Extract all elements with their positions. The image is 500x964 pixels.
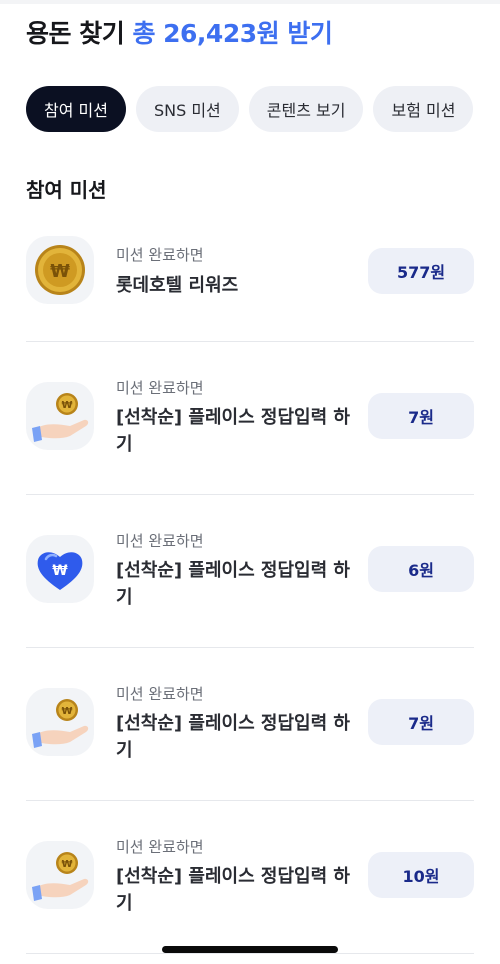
page-title: 용돈 찾기 — [26, 19, 125, 48]
top-divider — [0, 0, 500, 4]
svg-text:₩: ₩ — [50, 261, 70, 282]
mission-subtitle: 미션 완료하면 — [116, 838, 204, 856]
list-item[interactable]: ₩ 미션 완료하면 롯데호텔 리워즈 577원 — [26, 224, 474, 342]
tab-sns[interactable]: SNS 미션 — [135, 86, 239, 132]
mission-name: [선착순] 플레이스 정답입력 하기 — [116, 866, 350, 914]
home-indicator[interactable] — [162, 946, 338, 953]
mission-name: [선착순] 플레이스 정답입력 하기 — [116, 407, 350, 455]
page-header: 용돈 찾기 총 26,423원 받기 — [26, 14, 333, 50]
coin-hand-icon: ₩ — [26, 382, 94, 450]
coin-hand-icon: ₩ — [26, 841, 94, 909]
list-item[interactable]: ₩ 미션 완료하면 [선착순] 플레이스 정답입력 하기 6원 — [26, 495, 474, 648]
mission-reward-button[interactable]: 10원 — [368, 852, 474, 898]
mission-name: [선착순] 플레이스 정답입력 하기 — [116, 713, 350, 761]
list-item[interactable]: ₩ 미션 완료하면 [선착순] 플레이스 정답입력 하기 7원 — [26, 342, 474, 495]
svg-text:₩: ₩ — [61, 706, 72, 717]
mission-page: 용돈 찾기 총 26,423원 받기 참여 미션 SNS 미션 콘텐츠 보기 보… — [0, 0, 500, 964]
list-item[interactable]: ₩ 미션 완료하면 [선착순] 플레이스 정답입력 하기 7원 — [26, 648, 474, 801]
mission-reward-button[interactable]: 6원 — [368, 546, 474, 592]
total-reward-link[interactable]: 총 26,423원 받기 — [132, 19, 332, 48]
svg-text:₩: ₩ — [61, 859, 72, 870]
mission-subtitle: 미션 완료하면 — [116, 685, 204, 703]
tab-participation[interactable]: 참여 미션 — [26, 86, 126, 132]
mission-list: ₩ 미션 완료하면 롯데호텔 리워즈 577원 ₩ 미션 완료하면 [선착순] … — [26, 224, 474, 954]
mission-name: [선착순] 플레이스 정답입력 하기 — [116, 560, 350, 608]
mission-reward-button[interactable]: 577원 — [368, 248, 474, 294]
coin-hand-icon: ₩ — [26, 688, 94, 756]
mission-reward-button[interactable]: 7원 — [368, 699, 474, 745]
tab-contents[interactable]: 콘텐츠 보기 — [248, 86, 364, 132]
mission-name: 롯데호텔 리워즈 — [116, 275, 239, 296]
blue-heart-icon: ₩ — [26, 535, 94, 603]
mission-subtitle: 미션 완료하면 — [116, 379, 204, 397]
mission-subtitle: 미션 완료하면 — [116, 246, 204, 264]
mission-subtitle: 미션 완료하면 — [116, 532, 204, 550]
svg-text:₩: ₩ — [61, 400, 72, 411]
tab-insurance[interactable]: 보험 미션 — [373, 86, 474, 132]
section-title: 참여 미션 — [26, 178, 107, 202]
mission-tabs: 참여 미션 SNS 미션 콘텐츠 보기 보험 미션 — [26, 86, 474, 132]
svg-text:₩: ₩ — [52, 563, 68, 579]
gold-coin-icon: ₩ — [26, 236, 94, 304]
mission-reward-button[interactable]: 7원 — [368, 393, 474, 439]
list-item[interactable]: ₩ 미션 완료하면 [선착순] 플레이스 정답입력 하기 10원 — [26, 801, 474, 954]
